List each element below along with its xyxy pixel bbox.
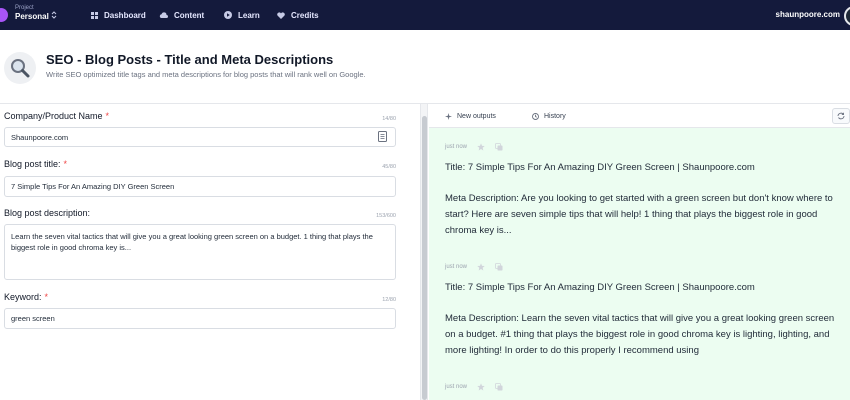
output-item-meta: just now (445, 263, 503, 271)
outputs-panel: just now Title: 7 Simple Tips For An Ama… (429, 128, 850, 400)
keyword-char-count: 12/80 (382, 297, 396, 303)
project-name: Personal (15, 12, 49, 21)
company-label: Company/Product Name * (4, 111, 110, 121)
output-timestamp: just now (445, 144, 468, 150)
copy-icon[interactable] (495, 383, 503, 391)
magnifier-icon (11, 59, 30, 78)
page-title: SEO - Blog Posts - Title and Meta Descri… (46, 52, 334, 67)
avatar[interactable] (844, 6, 850, 26)
blog-title-char-count: 45/80 (382, 164, 396, 170)
tab-new-outputs[interactable]: New outputs (445, 104, 496, 128)
project-switcher[interactable]: Project Personal (15, 5, 49, 21)
document-icon[interactable] (378, 131, 387, 142)
grid-icon (91, 11, 98, 19)
sparkle-icon (445, 112, 452, 120)
heart-icon (277, 11, 285, 19)
cloud-icon (159, 11, 168, 18)
output-title-line: Title: 7 Simple Tips For An Amazing DIY … (445, 282, 755, 293)
output-meta-description: Meta Description: Learn the seven vital … (445, 313, 835, 356)
refresh-icon (837, 112, 845, 120)
top-nav-bar: Project Personal Dashboard Content Learn… (0, 0, 850, 30)
nav-content-label: Content (174, 10, 205, 20)
copy-icon[interactable] (495, 143, 503, 151)
nav-learn[interactable]: Learn (224, 0, 260, 30)
star-icon[interactable] (477, 263, 485, 271)
form-scrollbar-thumb[interactable] (422, 116, 427, 400)
output-item-meta: just now (445, 383, 503, 391)
star-icon[interactable] (477, 143, 485, 151)
output-timestamp: just now (445, 384, 468, 390)
tab-history[interactable]: History (532, 104, 566, 128)
tab-history-label: History (544, 112, 566, 120)
output-title-line: Title: 7 Simple Tips For An Amazing DIY … (445, 162, 755, 173)
blog-description-label: Blog post description: (4, 208, 91, 218)
nav-credits-label: Credits (291, 10, 319, 20)
project-label: Project (15, 5, 34, 11)
chevron-up-down-icon[interactable] (51, 10, 57, 20)
tool-icon (4, 52, 36, 84)
play-circle-icon (224, 11, 232, 19)
nav-learn-label: Learn (238, 10, 260, 20)
blog-title-label: Blog post title: * (4, 159, 68, 169)
blog-title-input[interactable]: 7 Simple Tips For An Amazing DIY Green S… (4, 176, 396, 197)
output-timestamp: just now (445, 264, 468, 270)
copy-icon[interactable] (495, 263, 503, 271)
user-menu[interactable]: shaunpoore.com (776, 0, 840, 30)
nav-content[interactable]: Content (159, 0, 204, 30)
blog-description-textarea[interactable]: Learn the seven vital tactics that will … (4, 224, 396, 280)
output-meta-description: Meta Description: Are you looking to get… (445, 193, 833, 236)
nav-credits[interactable]: Credits (277, 0, 319, 30)
output-item-meta: just now (445, 143, 503, 151)
clock-icon (532, 112, 539, 120)
company-input[interactable]: Shaunpoore.com (4, 127, 396, 147)
project-logo-icon[interactable] (0, 8, 8, 22)
nav-dashboard-label: Dashboard (104, 10, 146, 20)
keyword-label: Keyword: * (4, 292, 49, 302)
blog-description-char-count: 153/600 (376, 213, 396, 219)
output-tabs: New outputs History (429, 104, 850, 128)
nav-dashboard[interactable]: Dashboard (91, 0, 146, 30)
keyword-input[interactable]: green screen (4, 308, 396, 329)
refresh-button[interactable] (832, 108, 850, 124)
tab-new-outputs-label: New outputs (457, 112, 496, 120)
star-icon[interactable] (477, 383, 485, 391)
company-char-count: 14/80 (382, 116, 396, 122)
page-description: Write SEO optimized title tags and meta … (46, 70, 366, 79)
